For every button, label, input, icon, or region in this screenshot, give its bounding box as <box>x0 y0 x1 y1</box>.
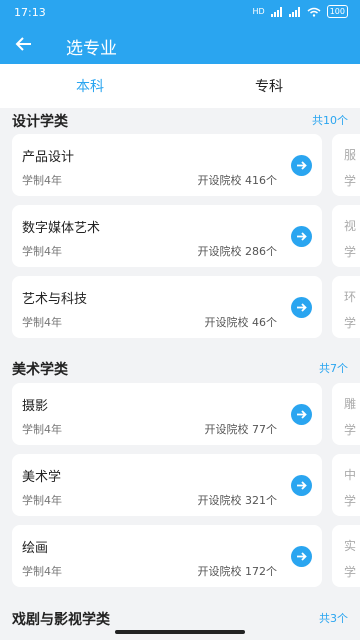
signal-icon: HD <box>252 7 265 16</box>
back-button[interactable] <box>14 34 38 56</box>
chevron-right-icon[interactable] <box>291 155 312 176</box>
peek-duration: 学 <box>344 245 357 259</box>
battery-icon: 100 <box>326 5 348 18</box>
section-title: 设计学类 <box>12 114 68 130</box>
wifi-icon <box>307 7 321 17</box>
chevron-right-icon[interactable] <box>291 475 312 496</box>
cell-signal-icon-2 <box>288 6 300 17</box>
peek-name: 中 <box>344 468 357 482</box>
school-count: 开设院校 321个 <box>197 494 278 507</box>
major-card[interactable]: 产品设计 学制4年 开设院校 416个 <box>12 134 322 196</box>
peek-duration: 学 <box>344 174 357 188</box>
peek-name: 环 <box>344 290 357 304</box>
school-count: 开设院校 77个 <box>204 423 278 436</box>
chevron-right-icon[interactable] <box>291 226 312 247</box>
major-duration: 学制4年 <box>22 423 62 436</box>
peek-name: 实 <box>344 539 357 553</box>
section-title: 美术学类 <box>12 362 68 378</box>
status-time: 17:13 <box>14 6 46 19</box>
peek-name: 雕 <box>344 397 357 411</box>
arrow-left-icon <box>15 37 31 51</box>
major-name: 绘画 <box>22 541 49 556</box>
school-count: 开设院校 46个 <box>204 316 278 329</box>
major-card[interactable]: 绘画 学制4年 开设院校 172个 <box>12 525 322 587</box>
next-column-card[interactable]: 中 学 <box>332 454 360 516</box>
tab-junior-college[interactable]: 专科 <box>255 76 283 96</box>
level-tabs: 本科 专科 <box>0 64 360 108</box>
school-count: 开设院校 416个 <box>197 174 278 187</box>
next-column-card[interactable]: 实 学 <box>332 525 360 587</box>
major-duration: 学制4年 <box>22 174 62 187</box>
major-list[interactable]: 设计学类 共10个 产品设计 学制4年 开设院校 416个 服 学 数字媒体艺术… <box>0 108 360 640</box>
major-name: 艺术与科技 <box>22 292 88 307</box>
home-indicator[interactable] <box>115 630 245 634</box>
next-column-card[interactable]: 雕 学 <box>332 383 360 445</box>
app-bar: 选专业 <box>0 26 360 64</box>
peek-duration: 学 <box>344 423 357 437</box>
major-card[interactable]: 摄影 学制4年 开设院校 77个 <box>12 383 322 445</box>
next-column-card[interactable]: 视 学 <box>332 205 360 267</box>
peek-duration: 学 <box>344 494 357 508</box>
next-column-card[interactable]: 环 学 <box>332 276 360 338</box>
section-header: 美术学类 共7个 <box>0 356 360 380</box>
major-duration: 学制4年 <box>22 245 62 258</box>
major-card[interactable]: 美术学 学制4年 开设院校 321个 <box>12 454 322 516</box>
tab-undergraduate[interactable]: 本科 <box>76 76 104 96</box>
major-card[interactable]: 艺术与科技 学制4年 开设院校 46个 <box>12 276 322 338</box>
major-duration: 学制4年 <box>22 316 62 329</box>
next-column-card[interactable]: 服 学 <box>332 134 360 196</box>
major-name: 摄影 <box>22 399 49 414</box>
major-duration: 学制4年 <box>22 565 62 578</box>
major-name: 数字媒体艺术 <box>22 221 101 236</box>
school-count: 开设院校 286个 <box>197 245 278 258</box>
school-count: 开设院校 172个 <box>197 565 278 578</box>
section-header: 戏剧与影视学类 共3个 <box>0 606 360 630</box>
section-count-link[interactable]: 共3个 <box>319 610 348 626</box>
peek-name: 服 <box>344 148 357 162</box>
major-name: 产品设计 <box>22 150 75 165</box>
major-duration: 学制4年 <box>22 494 62 507</box>
peek-duration: 学 <box>344 316 357 330</box>
peek-duration: 学 <box>344 565 357 579</box>
major-card[interactable]: 数字媒体艺术 学制4年 开设院校 286个 <box>12 205 322 267</box>
section-header: 设计学类 共10个 <box>0 108 360 132</box>
chevron-right-icon[interactable] <box>291 404 312 425</box>
cell-signal-icon <box>270 6 282 17</box>
peek-name: 视 <box>344 219 357 233</box>
section-title: 戏剧与影视学类 <box>12 612 110 628</box>
chevron-right-icon[interactable] <box>291 546 312 567</box>
section-count-link[interactable]: 共7个 <box>319 360 348 376</box>
major-name: 美术学 <box>22 470 62 485</box>
section-count-link[interactable]: 共10个 <box>312 112 348 128</box>
page-title: 选专业 <box>66 39 117 59</box>
status-bar: 17:13 HD 100 <box>0 0 360 26</box>
chevron-right-icon[interactable] <box>291 297 312 318</box>
status-icons: HD 100 <box>253 5 348 18</box>
